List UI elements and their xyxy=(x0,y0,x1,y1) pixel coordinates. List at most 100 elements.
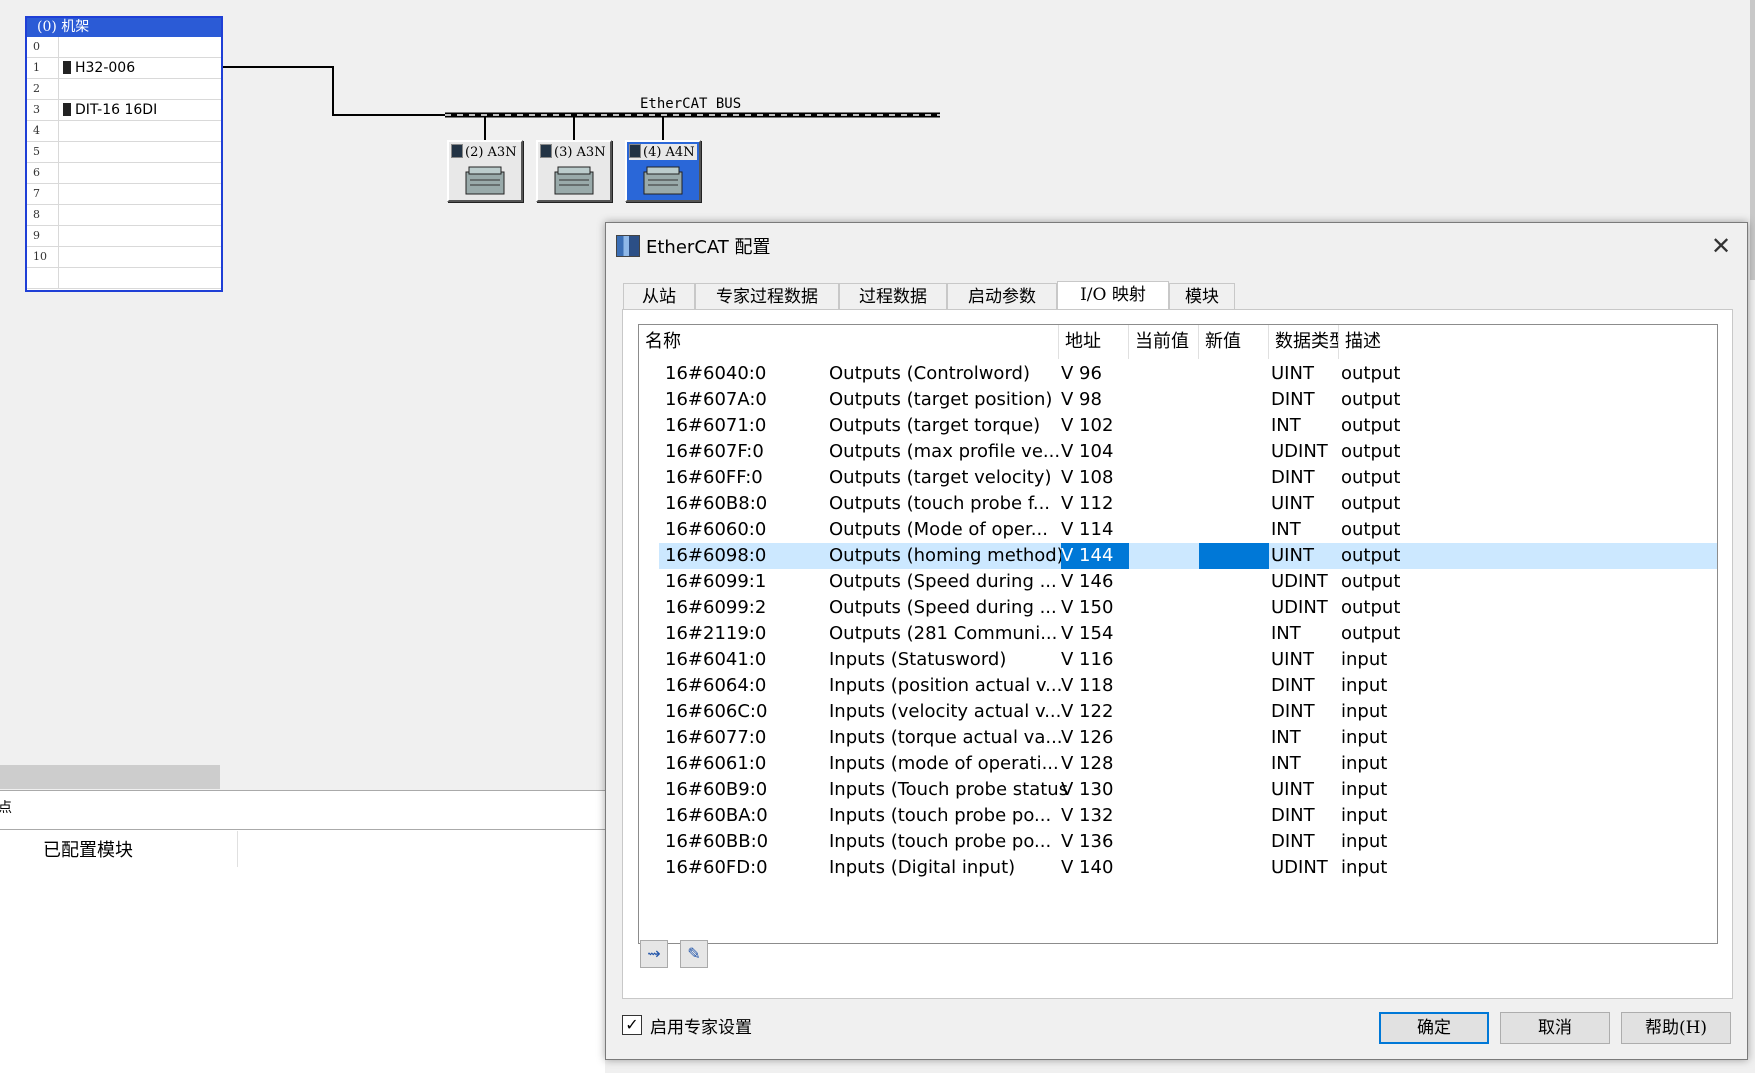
cell-current-value xyxy=(1129,569,1199,595)
edit-icon[interactable]: ✎ xyxy=(680,940,708,968)
cell-current-value xyxy=(1129,439,1199,465)
cell-new-value[interactable] xyxy=(1199,647,1269,673)
cell-new-value[interactable] xyxy=(1199,673,1269,699)
horizontal-scrollbar-thumb[interactable] xyxy=(0,765,220,789)
cell-current-value xyxy=(1129,517,1199,543)
cell-description: input xyxy=(1341,675,1388,696)
table-row[interactable]: 16#6071:0 Outputs (target torque) V 102 INT… xyxy=(659,413,1717,439)
tab-io-mapping[interactable]: I/O 映射 xyxy=(1057,281,1169,311)
cell-new-value[interactable] xyxy=(1199,803,1269,829)
table-row[interactable]: 16#607F:0 Outputs (max profile ve... V 104… xyxy=(659,439,1717,465)
tab-expert-process-data[interactable]: 专家过程数据 xyxy=(695,283,839,310)
link-icon[interactable]: ⇝ xyxy=(640,940,668,968)
cell-new-value[interactable] xyxy=(1199,751,1269,777)
table-row[interactable]: 16#6040:0 Outputs (Controlword) V 96 UINT ou… xyxy=(659,361,1717,387)
expert-settings-checkbox[interactable]: ✓ xyxy=(622,1015,642,1035)
column-header-current-value[interactable]: 当前值 xyxy=(1129,325,1199,359)
cell-address[interactable]: V 150 xyxy=(1061,595,1129,621)
table-row[interactable]: 16#6064:0 Inputs (position actual v... V 1… xyxy=(659,673,1717,699)
table-row[interactable]: 16#6099:2 Outputs (Speed during ... V 150 U… xyxy=(659,595,1717,621)
cell-new-value[interactable] xyxy=(1199,699,1269,725)
cell-new-value[interactable] xyxy=(1199,595,1269,621)
table-row[interactable]: 16#607A:0 Outputs (target position) V 98 DI… xyxy=(659,387,1717,413)
cell-address[interactable]: V 112 xyxy=(1061,491,1129,517)
table-row[interactable]: 16#6077:0 Inputs (torque actual va... V 12… xyxy=(659,725,1717,751)
cell-new-value[interactable] xyxy=(1199,829,1269,855)
cell-address[interactable]: V 146 xyxy=(1061,569,1129,595)
slot-module[interactable] xyxy=(58,268,221,288)
cell-address[interactable]: V 116 xyxy=(1061,647,1129,673)
cell-address[interactable]: V 98 xyxy=(1061,387,1129,413)
table-row[interactable]: 16#6098:0 Outputs (homing method) V 144 UIN… xyxy=(659,543,1717,569)
cell-name: Inputs (touch probe po... xyxy=(829,831,1052,852)
cell-address[interactable]: V 114 xyxy=(1061,517,1129,543)
column-header-name[interactable]: 名称 xyxy=(639,325,1059,359)
cell-new-value[interactable] xyxy=(1199,855,1269,881)
column-header-data-type[interactable]: 数据类型 xyxy=(1269,325,1339,359)
configured-modules-label[interactable]: 已配置模块 xyxy=(43,836,133,862)
cell-address[interactable]: V 104 xyxy=(1061,439,1129,465)
cell-new-value[interactable] xyxy=(1199,517,1269,543)
cell-new-value[interactable] xyxy=(1199,777,1269,803)
column-header-description[interactable]: 描述 xyxy=(1339,325,1717,359)
table-row[interactable]: 16#2119:0 Outputs (281 Communi... V 154 INT… xyxy=(659,621,1717,647)
cell-new-value[interactable] xyxy=(1199,543,1269,569)
table-row[interactable]: 16#6099:1 Outputs (Speed during ... V 146 U… xyxy=(659,569,1717,595)
cell-address[interactable]: V 144 xyxy=(1061,543,1129,569)
io-mapping-table[interactable]: 名称 地址 当前值 新值 数据类型 描述 16#6040:0 Outputs (C… xyxy=(638,324,1718,944)
table-row[interactable]: 16#6061:0 Inputs (mode of operati... V 128… xyxy=(659,751,1717,777)
device-3-a3n[interactable]: (3) A3N xyxy=(536,140,612,202)
tab-slave[interactable]: 从站 xyxy=(623,283,695,310)
table-row[interactable]: 16#60BA:0 Inputs (touch probe po... V 132 D… xyxy=(659,803,1717,829)
cell-new-value[interactable] xyxy=(1199,621,1269,647)
help-button[interactable]: 帮助(H) xyxy=(1621,1012,1731,1044)
cell-data-type: DINT xyxy=(1271,701,1315,722)
column-header-new-value[interactable]: 新值 xyxy=(1199,325,1269,359)
cancel-button[interactable]: 取消 xyxy=(1500,1012,1610,1044)
table-row[interactable]: 16#60FF:0 Outputs (target velocity) V 108 D… xyxy=(659,465,1717,491)
tab-startup-parameters[interactable]: 启动参数 xyxy=(947,283,1057,310)
cell-address[interactable]: V 128 xyxy=(1061,751,1129,777)
cell-data-type: INT xyxy=(1271,753,1301,774)
cell-data-type: INT xyxy=(1271,623,1301,644)
tab-process-data[interactable]: 过程数据 xyxy=(839,283,947,310)
cell-address[interactable]: V 102 xyxy=(1061,413,1129,439)
table-row[interactable]: 16#60B8:0 Outputs (touch probe f... V 112 U… xyxy=(659,491,1717,517)
cell-new-value[interactable] xyxy=(1199,413,1269,439)
cell-data-type: UINT xyxy=(1271,779,1314,800)
column-header-address[interactable]: 地址 xyxy=(1059,325,1129,359)
cell-name: Inputs (Digital input) xyxy=(829,857,1016,878)
cell-address[interactable]: V 130 xyxy=(1061,777,1129,803)
table-row[interactable]: 16#6060:0 Outputs (Mode of oper... V 114 IN… xyxy=(659,517,1717,543)
cell-new-value[interactable] xyxy=(1199,361,1269,387)
tab-modules[interactable]: 模块 xyxy=(1169,283,1235,310)
table-row[interactable]: 16#60FD:0 Inputs (Digital input) V 140 UDIN… xyxy=(659,855,1717,881)
table-row[interactable]: 16#606C:0 Inputs (velocity actual v... V 1… xyxy=(659,699,1717,725)
ok-button[interactable]: 确定 xyxy=(1379,1012,1489,1044)
cell-address[interactable]: V 108 xyxy=(1061,465,1129,491)
main-vertical-scrollbar-thumb[interactable] xyxy=(1750,0,1755,280)
device-2-a3n[interactable]: (2) A3N xyxy=(447,140,523,202)
cell-address[interactable]: V 126 xyxy=(1061,725,1129,751)
cell-address[interactable]: V 140 xyxy=(1061,855,1129,881)
cell-new-value[interactable] xyxy=(1199,387,1269,413)
cell-address[interactable]: V 136 xyxy=(1061,829,1129,855)
cell-new-value[interactable] xyxy=(1199,491,1269,517)
cell-address[interactable]: V 118 xyxy=(1061,673,1129,699)
cell-new-value[interactable] xyxy=(1199,439,1269,465)
close-icon[interactable]: ✕ xyxy=(1705,231,1737,261)
cell-address[interactable]: V 154 xyxy=(1061,621,1129,647)
cell-new-value[interactable] xyxy=(1199,569,1269,595)
cell-address[interactable]: V 132 xyxy=(1061,803,1129,829)
table-row[interactable]: 16#60BB:0 Inputs (touch probe po... V 136 D… xyxy=(659,829,1717,855)
cell-current-value xyxy=(1129,673,1199,699)
cell-address[interactable]: V 96 xyxy=(1061,361,1129,387)
device-4-a4n[interactable]: (4) A4N xyxy=(625,140,701,202)
cell-address[interactable]: V 122 xyxy=(1061,699,1129,725)
rack-slot[interactable] xyxy=(27,268,221,289)
cell-new-value[interactable] xyxy=(1199,465,1269,491)
table-row[interactable]: 16#6041:0 Inputs (Statusword) V 116 UINT inp… xyxy=(659,647,1717,673)
cell-index: 16#606C:0 xyxy=(665,701,768,722)
cell-new-value[interactable] xyxy=(1199,725,1269,751)
table-row[interactable]: 16#60B9:0 Inputs (Touch probe status) V 13… xyxy=(659,777,1717,803)
